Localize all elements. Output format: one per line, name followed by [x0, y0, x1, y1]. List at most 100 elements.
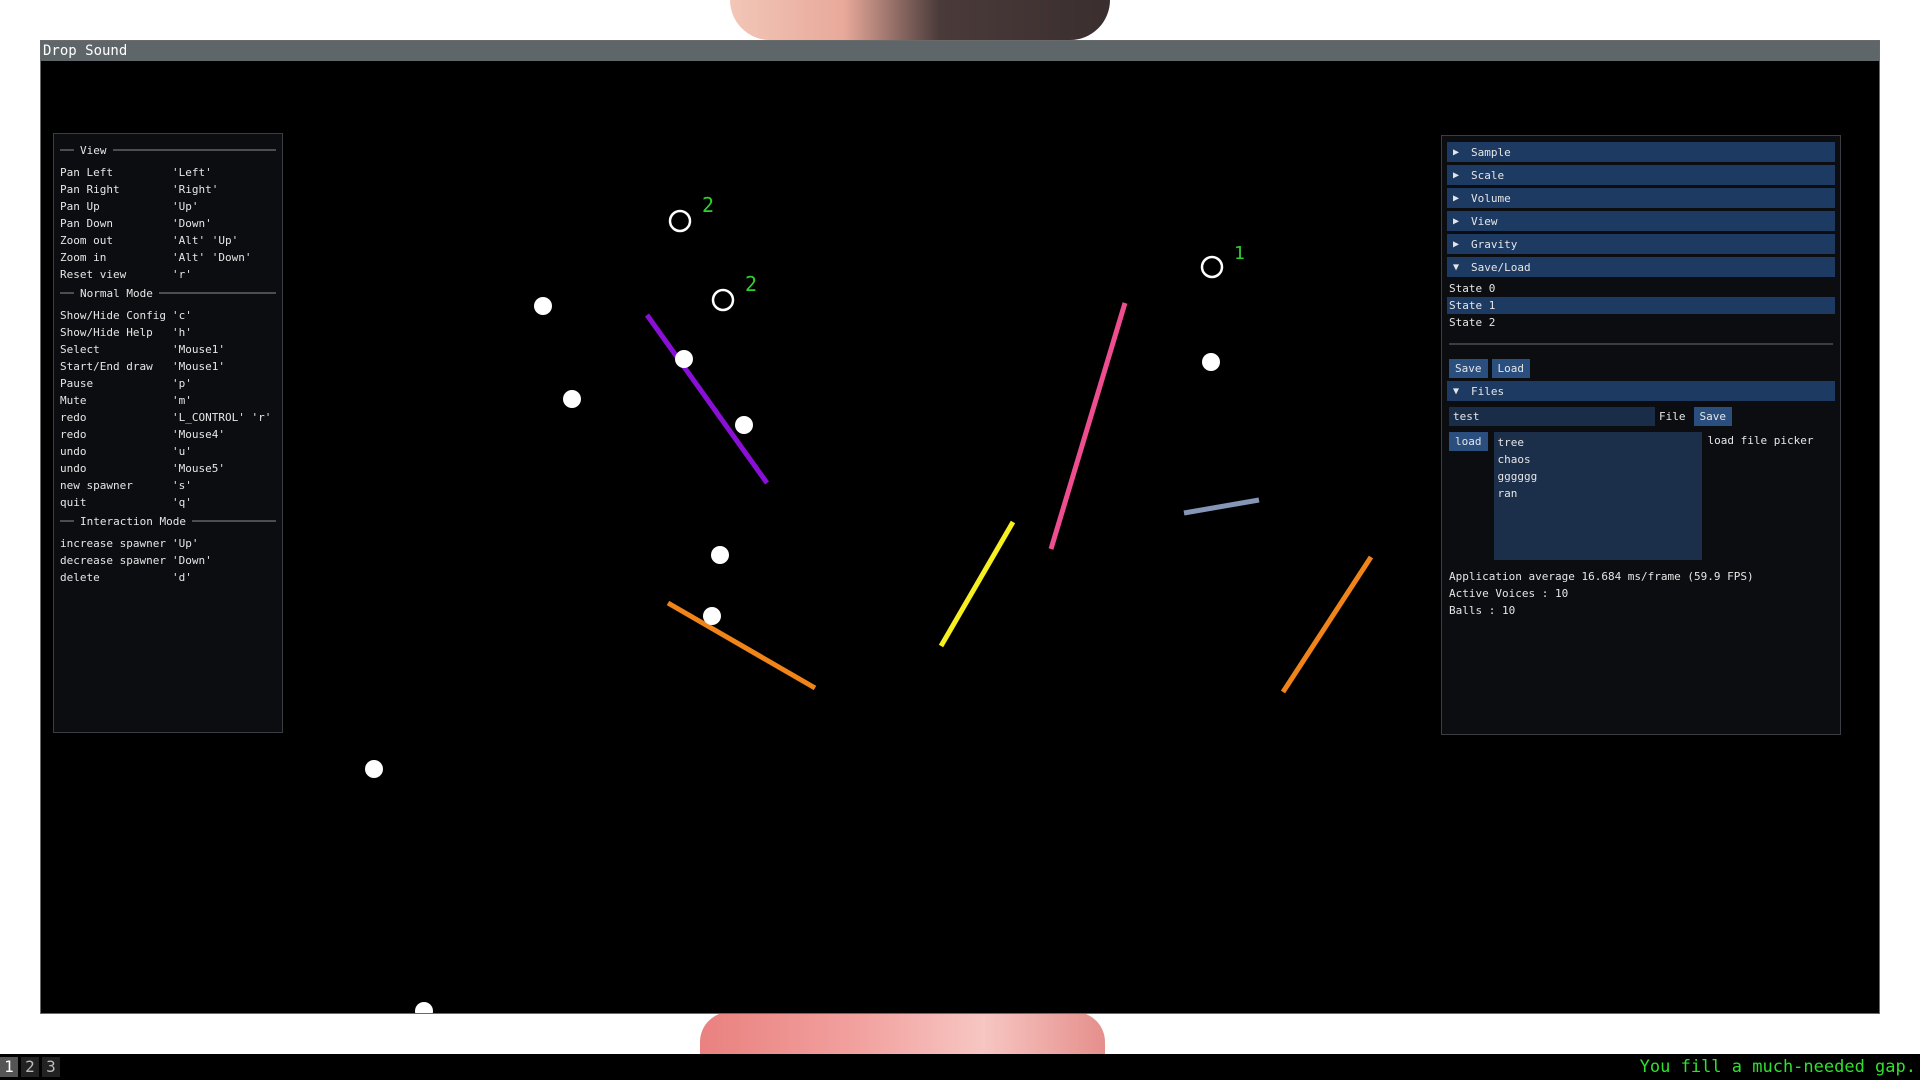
spawner-3[interactable]: [1200, 255, 1224, 279]
header-label: Scale: [1471, 168, 1505, 182]
keybind-action: Show/Hide Config: [60, 309, 166, 322]
keybind-action: Zoom in: [60, 251, 107, 264]
section-header-interaction-mode: Interaction Mode: [60, 513, 276, 529]
header-volume[interactable]: ▶ Volume: [1447, 188, 1835, 208]
save-state-button[interactable]: Save: [1449, 359, 1488, 378]
line-purple[interactable]: [644, 313, 770, 485]
file-name-input[interactable]: test: [1449, 407, 1655, 426]
keybind-key: 'p': [172, 377, 192, 390]
keybind-key: 'Mouse4': [172, 428, 225, 441]
keybind-action: Start/End draw: [60, 360, 153, 373]
header-gravity[interactable]: ▶ Gravity: [1447, 234, 1835, 254]
keybind-action: Reset view: [60, 268, 127, 281]
keybind-action: Zoom out: [60, 234, 113, 247]
keybind-row: quit 'q': [60, 494, 276, 511]
keybind-action: new spawner: [60, 479, 133, 492]
section-header-view: View: [60, 142, 276, 158]
taskbar: 1 2 3 You fill a much-needed gap.: [0, 1054, 1920, 1080]
window-titlebar[interactable]: Drop Sound: [41, 41, 1879, 61]
workspace-3[interactable]: 3: [42, 1057, 60, 1077]
keybind-row: undo 'u': [60, 443, 276, 460]
stat-active-voices: Active Voices : 10: [1449, 587, 1569, 600]
file-list-item[interactable]: gggggg: [1498, 468, 1698, 485]
app-window: Drop Sound 2 2 1 View Pan Left 'Left' Pa…: [40, 40, 1880, 1014]
keybind-key: 'Down': [172, 217, 212, 230]
header-save-load[interactable]: ▼ Save/Load: [1447, 257, 1835, 277]
state-item[interactable]: State 2: [1447, 314, 1835, 331]
spawner-2[interactable]: [711, 288, 735, 312]
section-title: Normal Mode: [80, 286, 153, 300]
line-orange[interactable]: [666, 600, 817, 691]
header-sample[interactable]: ▶ Sample: [1447, 142, 1835, 162]
header-label: Gravity: [1471, 237, 1518, 251]
keybind-key: 'm': [172, 394, 192, 407]
ball: [365, 760, 383, 778]
file-listbox[interactable]: tree chaos gggggg ran: [1493, 432, 1702, 560]
separator: [1449, 343, 1833, 345]
file-save-row: test File Save: [1449, 407, 1835, 426]
header-view[interactable]: ▶ View: [1447, 211, 1835, 231]
spawner-2-label: 2: [745, 272, 757, 296]
keybind-key: 'Alt' 'Down': [172, 251, 252, 264]
keybind-key: 'q': [172, 496, 192, 509]
workspace-2[interactable]: 2: [21, 1057, 39, 1077]
file-list-item[interactable]: tree: [1498, 434, 1698, 451]
keybind-action: increase spawner: [60, 537, 166, 550]
line-yellow[interactable]: [938, 520, 1016, 648]
keybind-row: new spawner 's': [60, 477, 276, 494]
keybind-row: redo 'L_CONTROL' 'r': [60, 409, 276, 426]
keybind-row: Zoom out 'Alt' 'Up': [60, 232, 276, 249]
header-scale[interactable]: ▶ Scale: [1447, 165, 1835, 185]
collapsed-arrow-icon: ▶: [1453, 215, 1460, 227]
header-files[interactable]: ▼ Files: [1447, 381, 1835, 401]
keybind-row: Pan Up 'Up': [60, 198, 276, 215]
stat-fps: Application average 16.684 ms/frame (59.…: [1449, 570, 1754, 583]
keybind-action: redo: [60, 428, 87, 441]
keybind-key: 'Mouse5': [172, 462, 225, 475]
collapsed-arrow-icon: ▶: [1453, 238, 1460, 250]
keybind-key: 'Down': [172, 554, 212, 567]
ball: [534, 297, 552, 315]
keybind-key: 's': [172, 479, 192, 492]
keybind-action: delete: [60, 571, 100, 584]
spawner-3-label: 1: [1234, 243, 1245, 264]
keybind-key: 'd': [172, 571, 192, 584]
keybind-row: Start/End draw 'Mouse1': [60, 358, 276, 375]
file-list-item[interactable]: chaos: [1498, 451, 1698, 468]
keybind-row: decrease spawner 'Down': [60, 552, 276, 569]
wallpaper-top: [730, 0, 1110, 40]
keybind-row: Select 'Mouse1': [60, 341, 276, 358]
simulation-canvas[interactable]: 2 2 1 View Pan Left 'Left' Pan Right 'Righ…: [41, 61, 1879, 1013]
keybind-action: Mute: [60, 394, 87, 407]
workspace-1[interactable]: 1: [0, 1057, 18, 1077]
keybind-key: 'Up': [172, 200, 199, 213]
ball: [1202, 353, 1220, 371]
keybind-row: undo 'Mouse5': [60, 460, 276, 477]
keybind-action: Pan Left: [60, 166, 113, 179]
ball: [563, 390, 581, 408]
file-load-button[interactable]: load: [1449, 432, 1488, 451]
keybind-key: 'Right': [172, 183, 219, 196]
keybind-key: 'Mouse1': [172, 343, 225, 356]
line-pink[interactable]: [1048, 302, 1128, 550]
state-item[interactable]: State 0: [1447, 280, 1835, 297]
keybind-row: Pan Left 'Left': [60, 164, 276, 181]
spawner-1[interactable]: [668, 209, 692, 233]
keybind-key: 'Alt' 'Up': [172, 234, 239, 247]
keybind-row: Mute 'm': [60, 392, 276, 409]
load-file-picker-label: load file picker: [1707, 434, 1814, 447]
spawner-1-label: 2: [702, 193, 714, 217]
line-slate[interactable]: [1183, 497, 1260, 516]
load-state-button[interactable]: Load: [1491, 359, 1530, 378]
status-message: You fill a much-needed gap.: [1639, 1057, 1916, 1077]
file-list-item[interactable]: ran: [1498, 485, 1698, 502]
state-item-selected[interactable]: State 1: [1447, 297, 1835, 314]
config-panel: ▶ Sample ▶ Scale ▶ Volume ▶ View ▶ Gravity ▼ S…: [1441, 135, 1841, 735]
keybind-row: increase spawner 'Up': [60, 535, 276, 552]
header-label: Save/Load: [1471, 260, 1531, 274]
keybind-action: undo: [60, 462, 87, 475]
line-orange-right[interactable]: [1280, 555, 1374, 694]
file-save-button[interactable]: Save: [1693, 407, 1732, 426]
keybind-key: 'Mouse1': [172, 360, 225, 373]
keybind-action: redo: [60, 411, 87, 424]
